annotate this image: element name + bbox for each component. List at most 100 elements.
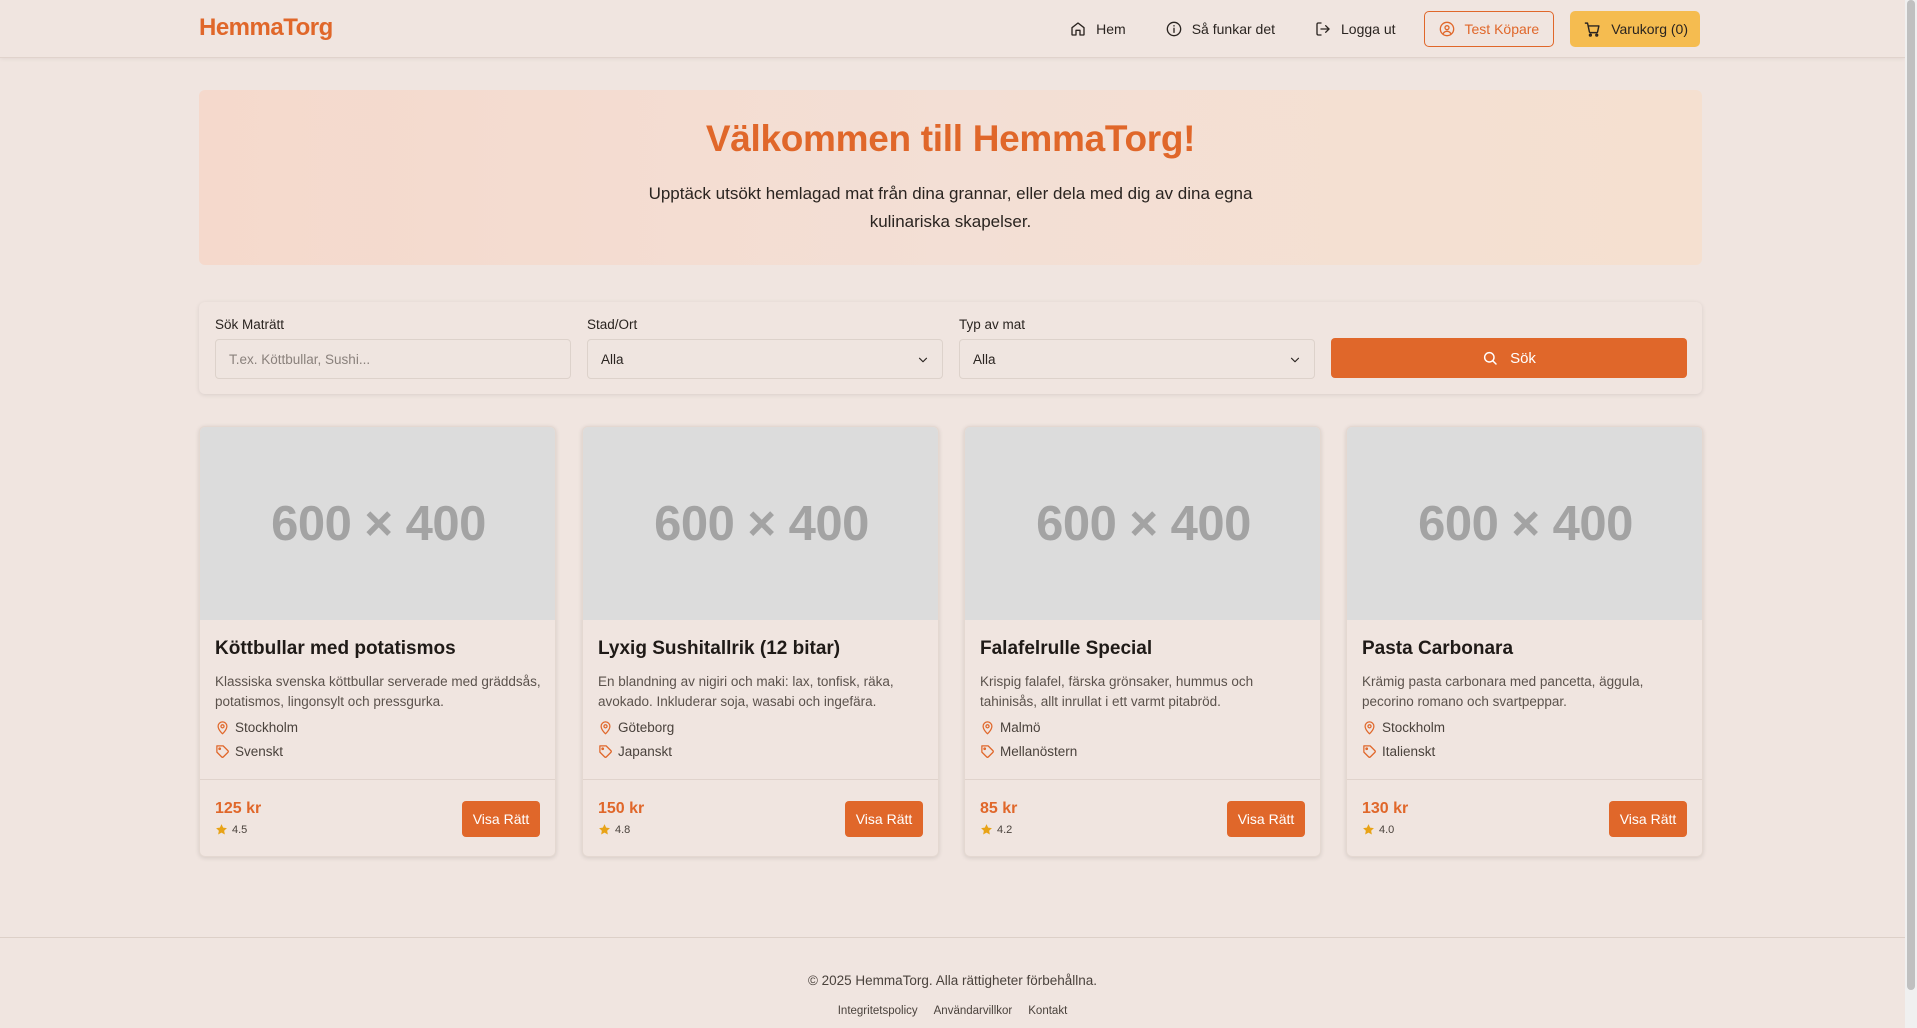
dish-price: 125 kr: [215, 800, 262, 817]
food-type-select[interactable]: Alla: [959, 339, 1315, 379]
search-icon: [1483, 351, 1497, 365]
dish-image-placeholder[interactable]: 600 × 400: [583, 427, 938, 620]
dish-cuisine: Italienskt: [1362, 744, 1435, 759]
view-dish-button[interactable]: Visa Rätt: [845, 801, 923, 837]
hero-banner: Välkommen till HemmaTorg! Upptäck utsökt…: [199, 90, 1702, 265]
vertical-scrollbar[interactable]: [1905, 0, 1917, 1028]
nav-logout-link[interactable]: Logga ut: [1315, 21, 1396, 37]
dish-rating-value: 4.5: [232, 823, 248, 836]
food-type-select-field: Typ av mat Alla: [959, 317, 1315, 379]
shopping-cart-icon: [1584, 21, 1600, 37]
dish-price: 150 kr: [598, 800, 645, 817]
city-select[interactable]: Alla: [587, 339, 943, 379]
tag-icon: [981, 745, 994, 758]
dish-price: 130 kr: [1362, 800, 1409, 817]
dish-cuisine-label: Mellanöstern: [1000, 744, 1078, 759]
dish-description: Klassiska svenska köttbullar serverade m…: [215, 674, 541, 709]
dish-location: Malmö: [980, 720, 1041, 735]
dish-city: Malmö: [1000, 720, 1041, 735]
star-icon: [599, 824, 610, 835]
dish-image-placeholder[interactable]: 600 × 400: [200, 427, 555, 620]
map-pin-icon: [982, 721, 993, 735]
food-type-select-label: Typ av mat: [959, 317, 1026, 332]
user-profile-button[interactable]: Test Köpare: [1423, 11, 1555, 47]
dish-search-label: Sök Maträtt: [215, 317, 285, 332]
site-logo[interactable]: HemmaTorg: [199, 14, 333, 42]
view-dish-button[interactable]: Visa Rätt: [462, 801, 540, 837]
home-icon: [1071, 22, 1085, 36]
dish-city: Stockholm: [1382, 720, 1446, 735]
nav-logout-label: Logga ut: [1341, 21, 1396, 37]
hero-subtitle-line-1: Upptäck utsökt hemlagad mat från dina gr…: [648, 184, 1253, 203]
footer-link-contact[interactable]: Kontakt: [1028, 1005, 1067, 1017]
map-pin-icon: [1364, 721, 1375, 735]
city-select-field: Stad/Ort Alla: [587, 317, 943, 379]
nav-how-it-works-link[interactable]: Så funkar det: [1166, 21, 1275, 37]
dish-cuisine: Svenskt: [215, 744, 283, 759]
footer-link-privacy[interactable]: Integritetspolicy: [838, 1005, 918, 1017]
dish-title: Falafelrulle Special: [980, 638, 1153, 659]
card-divider: [965, 779, 1320, 780]
city-select-label: Stad/Ort: [587, 317, 638, 332]
hero-subtitle: Upptäck utsökt hemlagad mat från dina gr…: [199, 180, 1702, 236]
city-select-value: Alla: [601, 351, 624, 367]
dish-cuisine-label: Svenskt: [235, 744, 284, 759]
dish-location: Göteborg: [598, 720, 674, 735]
nav-menu: Hem Så funkar det Logga ut Test Köpare V…: [1030, 11, 1700, 47]
search-panel: Sök Maträtt T.ex. Köttbullar, Sushi... S…: [199, 302, 1702, 394]
nav-home-label: Hem: [1096, 21, 1126, 37]
footer-links: Integritetspolicy Användarvillkor Kontak…: [0, 1005, 1905, 1017]
dish-image-placeholder[interactable]: 600 × 400: [1347, 427, 1702, 620]
chevron-down-icon: [1290, 357, 1300, 363]
dish-title: Köttbullar med potatismos: [215, 638, 456, 659]
dish-card: 600 × 400 Falafelrulle Special Krispig f…: [964, 426, 1321, 857]
scrollbar-thumb[interactable]: [1907, 0, 1915, 990]
cart-button[interactable]: Varukorg (0): [1570, 11, 1700, 47]
dish-image-placeholder[interactable]: 600 × 400: [965, 427, 1320, 620]
dish-rating: 4.0: [1362, 823, 1394, 836]
card-divider: [200, 779, 555, 780]
dish-search-input[interactable]: T.ex. Köttbullar, Sushi...: [215, 339, 571, 379]
food-type-select-value: Alla: [973, 351, 996, 367]
card-divider: [583, 779, 938, 780]
hero-subtitle-line-2: kulinariska skapelser.: [869, 212, 1032, 231]
dish-city: Göteborg: [618, 720, 675, 735]
dish-cuisine-label: Italienskt: [1382, 744, 1436, 759]
nav-home-link[interactable]: Hem: [1070, 21, 1126, 37]
logout-icon: [1316, 22, 1330, 36]
search-button[interactable]: Sök: [1331, 338, 1687, 378]
tag-icon: [1363, 745, 1376, 758]
hero-title: Välkommen till HemmaTorg!: [705, 118, 1196, 159]
info-icon: [1166, 21, 1182, 37]
footer-link-terms[interactable]: Användarvillkor: [934, 1005, 1013, 1017]
chevron-down-icon: [918, 357, 928, 363]
map-pin-icon: [217, 721, 228, 735]
star-icon: [216, 824, 227, 835]
map-pin-icon: [600, 721, 611, 735]
dish-rating-value: 4.2: [997, 823, 1013, 836]
dish-description: Krispig falafel, färska grönsaker, hummu…: [980, 674, 1254, 709]
star-icon: [981, 824, 992, 835]
view-dish-button[interactable]: Visa Rätt: [1609, 801, 1687, 837]
tag-icon: [599, 745, 612, 758]
dish-city: Stockholm: [235, 720, 299, 735]
search-button-label: Sök: [1510, 349, 1536, 367]
star-icon: [1363, 824, 1374, 835]
top-navbar: HemmaTorg Hem Så funkar det Logga ut Tes…: [0, 0, 1905, 58]
view-dish-button[interactable]: Visa Rätt: [1227, 801, 1305, 837]
page: HemmaTorg Hem Så funkar det Logga ut Tes…: [0, 0, 1917, 1028]
nav-how-it-works-label: Så funkar det: [1191, 21, 1275, 37]
dish-rating-value: 4.8: [615, 823, 631, 836]
dish-rating-value: 4.0: [1379, 823, 1395, 836]
dish-location: Stockholm: [215, 720, 298, 735]
dish-card: 600 × 400 Köttbullar med potatismos Klas…: [199, 426, 556, 857]
cart-label: Varukorg (0): [1611, 21, 1688, 37]
dish-rating: 4.5: [215, 823, 247, 836]
dish-rating: 4.8: [598, 823, 630, 836]
dish-cuisine-label: Japanskt: [618, 744, 673, 759]
dish-search-field: Sök Maträtt T.ex. Köttbullar, Sushi...: [215, 317, 571, 379]
dish-price: 85 kr: [980, 800, 1018, 817]
dish-location: Stockholm: [1362, 720, 1445, 735]
dish-description: Krämig pasta carbonara med pancetta, ägg…: [1362, 674, 1644, 709]
user-name-label: Test Köpare: [1464, 21, 1540, 37]
